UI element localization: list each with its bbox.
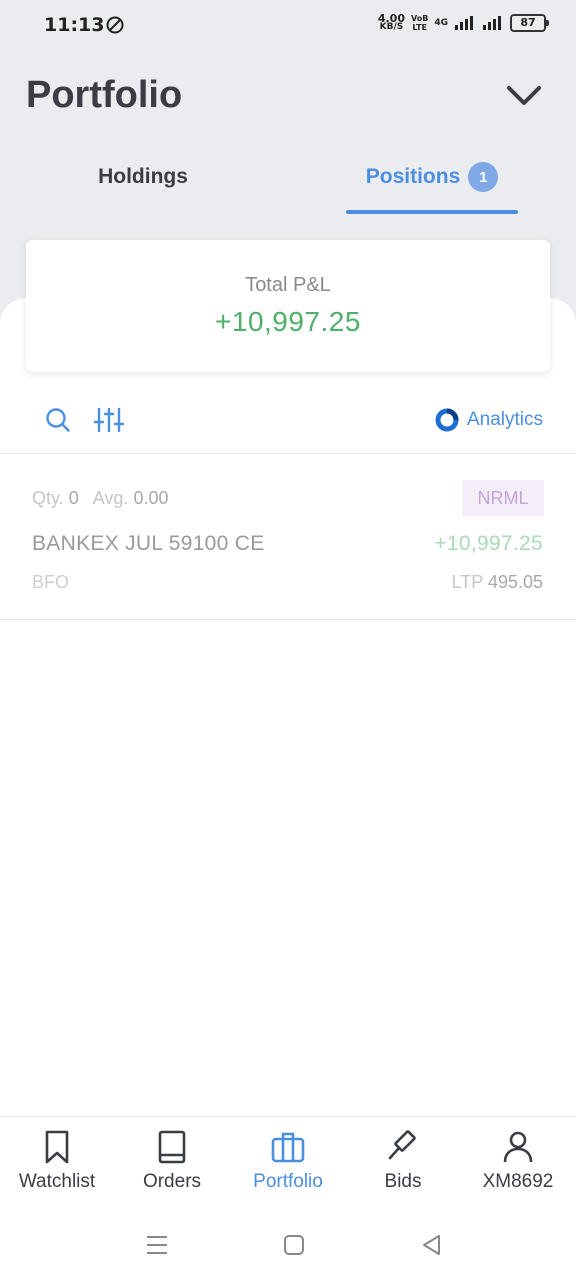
chevron-down-icon[interactable] bbox=[506, 82, 542, 110]
active-tab-indicator bbox=[346, 210, 518, 214]
nav-bids[interactable]: Bids bbox=[348, 1129, 458, 1193]
position-ltp: LTP 495.05 bbox=[451, 572, 543, 592]
status-icons: 4.00 KB/S VoB LTE 4G 87 bbox=[377, 12, 549, 32]
briefcase-icon bbox=[271, 1132, 305, 1163]
signal-icon bbox=[483, 16, 501, 30]
divider bbox=[0, 619, 576, 620]
nav-label: Bids bbox=[384, 1171, 422, 1192]
nav-label: XM8692 bbox=[482, 1171, 554, 1192]
back-icon[interactable] bbox=[419, 1232, 445, 1258]
status-time: 11:13 bbox=[44, 14, 105, 36]
network-type: 4G bbox=[434, 18, 448, 28]
bottom-navigation: Watchlist Orders Portfolio Bids XM8692 bbox=[0, 1116, 576, 1213]
nav-orders[interactable]: Orders bbox=[117, 1129, 227, 1193]
total-pnl-card: Total P&L +10,997.25 bbox=[26, 240, 550, 372]
position-qty-avg: Qty. 0 Avg. 0.00 bbox=[32, 488, 169, 508]
nav-label: Watchlist bbox=[18, 1171, 96, 1192]
nav-portfolio[interactable]: Portfolio bbox=[233, 1129, 343, 1193]
page-title: Portfolio bbox=[26, 74, 183, 116]
analytics-label: Analytics bbox=[466, 409, 543, 430]
search-icon[interactable] bbox=[44, 406, 72, 434]
network-speed: 4.00 KB/S bbox=[377, 12, 405, 32]
tab-positions[interactable]: Positions 1 bbox=[346, 150, 518, 204]
nav-profile[interactable]: XM8692 bbox=[463, 1129, 573, 1193]
volte-indicator: VoB LTE bbox=[410, 14, 429, 32]
total-pnl-value: +10,997.25 bbox=[215, 306, 361, 337]
nav-watchlist[interactable]: Watchlist bbox=[2, 1129, 112, 1193]
total-pnl-label: Total P&L bbox=[245, 274, 331, 296]
product-type-badge: NRML bbox=[462, 480, 544, 516]
analytics-button[interactable]: Analytics bbox=[435, 406, 543, 434]
user-icon bbox=[503, 1131, 533, 1163]
tab-holdings[interactable]: Holdings bbox=[82, 150, 204, 204]
position-exchange: BFO bbox=[32, 572, 70, 592]
signal-icon bbox=[455, 16, 473, 30]
book-icon bbox=[158, 1130, 186, 1164]
sliders-icon[interactable] bbox=[94, 406, 124, 434]
home-icon[interactable] bbox=[281, 1232, 307, 1258]
bookmark-icon bbox=[45, 1130, 69, 1164]
tab-label: Positions bbox=[365, 165, 461, 188]
nav-label: Orders bbox=[142, 1171, 202, 1192]
count-badge: 1 bbox=[468, 162, 499, 192]
menu-icon[interactable] bbox=[144, 1232, 170, 1258]
nav-label: Portfolio bbox=[253, 1171, 323, 1192]
analytics-icon bbox=[435, 408, 459, 432]
position-pnl: +10,997.25 bbox=[434, 532, 543, 555]
battery-icon: 87 bbox=[510, 14, 549, 32]
position-symbol: BANKEX JUL 59100 CE bbox=[32, 532, 265, 555]
tab-label: Holdings bbox=[98, 165, 188, 188]
system-navigation bbox=[0, 1212, 576, 1280]
screen-rotate-icon bbox=[106, 16, 124, 34]
gavel-icon bbox=[388, 1130, 416, 1160]
